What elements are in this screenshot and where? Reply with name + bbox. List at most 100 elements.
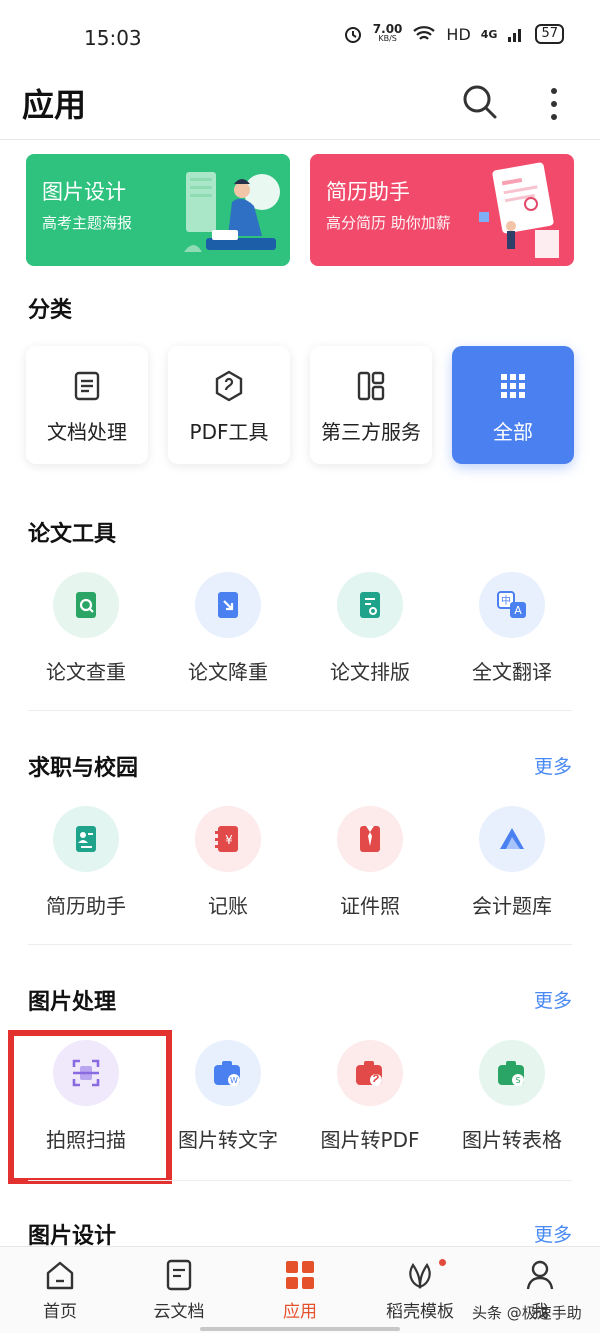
template-icon — [409, 1262, 431, 1289]
nav-label: 应用 — [283, 1302, 317, 1322]
tool-icon-bg: W — [195, 1040, 261, 1106]
nav-cloud-docs[interactable]: 云文档 — [134, 1259, 224, 1323]
notification-dot — [439, 1259, 446, 1266]
home-icon — [46, 1261, 74, 1290]
tool-icon-bg — [195, 572, 261, 638]
tool-accounting-question-bank[interactable]: 会计题库 — [442, 806, 582, 926]
tool-icon-bg — [337, 1040, 403, 1106]
tool-full-translation[interactable]: 中A 全文翻译 — [442, 572, 582, 692]
question-bank-icon — [500, 828, 524, 849]
translate-icon: 中A — [497, 591, 526, 618]
tool-id-photo[interactable]: 证件照 — [300, 806, 440, 926]
tool-image-to-text[interactable]: W 图片转文字 — [158, 1040, 298, 1160]
page-title: 应用 — [22, 86, 87, 124]
image-to-sheet-icon: S — [498, 1061, 524, 1086]
category-label: 第三方服务 — [321, 420, 421, 444]
tool-paper-reduce[interactable]: 论文降重 — [158, 572, 298, 692]
paper-layout-icon — [360, 592, 380, 618]
image-to-pdf-icon — [356, 1061, 382, 1086]
resume-icon — [76, 826, 96, 852]
divider — [28, 944, 572, 945]
tool-label: 论文降重 — [188, 660, 268, 684]
tool-icon-bg: S — [479, 1040, 545, 1106]
category-document-processing[interactable]: 文档处理 — [26, 346, 148, 464]
search-icon — [463, 85, 497, 119]
watermark: 头条 @极速手助 — [472, 1304, 582, 1322]
career-more-link[interactable]: 更多 — [534, 752, 572, 779]
banner-image-design[interactable]: 图片设计 高考主题海报 — [26, 154, 290, 266]
svg-text:中: 中 — [501, 594, 511, 607]
svg-text:S: S — [515, 1076, 520, 1085]
document-icon — [74, 371, 100, 401]
status-icons: 7.00 KB/S HD 4G 57 — [343, 23, 564, 44]
tool-label: 简历助手 — [46, 894, 126, 918]
tool-icon-bg — [53, 806, 119, 872]
status-time: 15:03 — [84, 26, 142, 50]
signal-icon — [508, 29, 522, 42]
tool-image-to-sheet[interactable]: S 图片转表格 — [442, 1040, 582, 1160]
category-label: PDF工具 — [189, 420, 269, 444]
home-indicator — [200, 1327, 400, 1331]
cloud-doc-icon — [166, 1259, 192, 1291]
nav-home[interactable]: 首页 — [15, 1259, 105, 1323]
tool-label: 记账 — [208, 894, 248, 918]
tool-resume-assistant[interactable]: 简历助手 — [16, 806, 156, 926]
tool-label: 会计题库 — [472, 894, 552, 918]
id-photo-icon — [360, 826, 380, 852]
more-vertical-icon — [551, 88, 557, 120]
tool-icon-bg: 中A — [479, 572, 545, 638]
tool-image-to-pdf[interactable]: 图片转PDF — [300, 1040, 440, 1160]
paper-reduce-icon — [218, 592, 238, 618]
more-menu-button[interactable] — [540, 82, 568, 126]
user-icon — [526, 1260, 554, 1290]
pdf-icon — [215, 370, 243, 402]
tool-label: 图片转文字 — [178, 1128, 278, 1152]
svg-text:¥: ¥ — [225, 833, 233, 847]
image-processing-more-link[interactable]: 更多 — [534, 986, 572, 1013]
banner-subtitle: 高分简历 助你加薪 — [326, 214, 451, 232]
category-pdf-tools[interactable]: PDF工具 — [168, 346, 290, 464]
tool-paper-layout[interactable]: 论文排版 — [300, 572, 440, 692]
grid-layout-icon — [357, 371, 385, 401]
image-design-more-link[interactable]: 更多 — [534, 1220, 572, 1247]
accounting-icon: ¥ — [215, 826, 238, 852]
top-bar: 应用 — [0, 76, 600, 140]
category-label: 全部 — [493, 420, 533, 444]
tool-icon-bg — [53, 572, 119, 638]
studying-person-illustration — [184, 172, 280, 252]
banner-subtitle: 高考主题海报 — [42, 214, 133, 232]
search-button[interactable] — [460, 82, 500, 122]
tool-label: 证件照 — [340, 894, 400, 918]
all-apps-icon — [501, 374, 525, 398]
tool-paper-check[interactable]: 论文查重 — [16, 572, 156, 692]
hd-indicator: HD — [446, 24, 471, 44]
category-third-party-services[interactable]: 第三方服务 — [310, 346, 432, 464]
nav-label: 首页 — [43, 1302, 77, 1322]
svg-text:A: A — [514, 604, 522, 617]
nav-templates[interactable]: 稻壳模板 — [375, 1259, 465, 1323]
tool-label: 图片转表格 — [462, 1128, 562, 1152]
tool-icon-bg — [337, 806, 403, 872]
svg-text:W: W — [230, 1076, 238, 1085]
wifi-icon — [413, 26, 436, 40]
divider — [28, 1180, 572, 1181]
tool-label: 论文查重 — [46, 660, 126, 684]
image-to-text-icon: W — [214, 1061, 240, 1086]
resume-board-illustration — [479, 162, 559, 258]
category-all[interactable]: 全部 — [452, 346, 574, 464]
nav-label: 云文档 — [153, 1302, 205, 1322]
highlight-annotation-box — [8, 1030, 172, 1184]
nav-apps[interactable]: 应用 — [255, 1259, 345, 1323]
banner-resume-assistant[interactable]: 简历助手 高分简历 助你加薪 — [310, 154, 574, 266]
banner-title: 图片设计 — [42, 180, 126, 204]
tool-icon-bg — [479, 806, 545, 872]
tool-icon-bg — [337, 572, 403, 638]
category-label: 文档处理 — [47, 420, 127, 444]
apps-icon — [286, 1261, 314, 1289]
image-processing-title: 图片处理 — [28, 990, 117, 1015]
tool-icon-bg: ¥ — [195, 806, 261, 872]
alarm-icon — [344, 27, 361, 43]
categories-title: 分类 — [28, 298, 73, 323]
tool-accounting[interactable]: ¥ 记账 — [158, 806, 298, 926]
tool-label: 图片转PDF — [320, 1128, 420, 1152]
